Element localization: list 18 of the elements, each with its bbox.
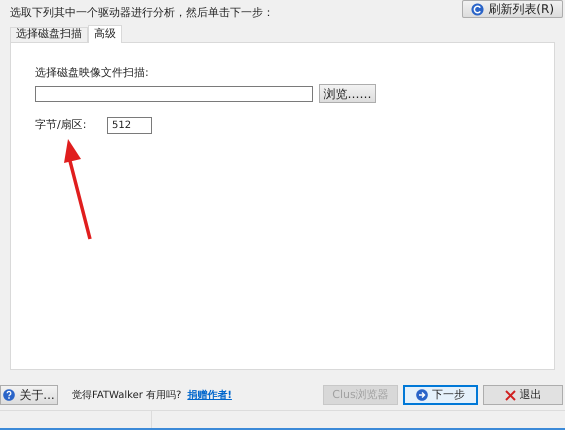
instruction-text: 选取下列其中一个驱动器进行分析，然后单击下一步： <box>10 5 274 21</box>
browse-button[interactable]: 浏览…… <box>319 84 376 103</box>
donate-link[interactable]: 捐赠作者! <box>187 388 232 403</box>
arrow-icon <box>416 389 428 402</box>
tab[interactable]: 高级 <box>88 24 122 42</box>
refresh-button[interactable]: 刷新列表(R) <box>462 0 563 18</box>
exit-button[interactable]: 退出 <box>483 385 563 406</box>
field-label: 字节/扇区: <box>35 117 88 134</box>
image-file-field[interactable] <box>35 86 313 102</box>
field-label: 选择磁盘映像文件扫描: <box>35 64 150 80</box>
help-icon <box>3 389 16 402</box>
next-button[interactable]: 下一步 <box>403 385 478 406</box>
refresh-icon <box>471 2 484 16</box>
about-button[interactable]: 关于... <box>0 385 58 406</box>
bytes-per-sector-field[interactable]: 512 <box>107 117 152 134</box>
close-icon <box>504 390 516 401</box>
tab[interactable]: 选择磁盘扫描 <box>10 26 88 42</box>
prompt-text: 觉得FATWalker 有用吗? <box>72 388 182 403</box>
